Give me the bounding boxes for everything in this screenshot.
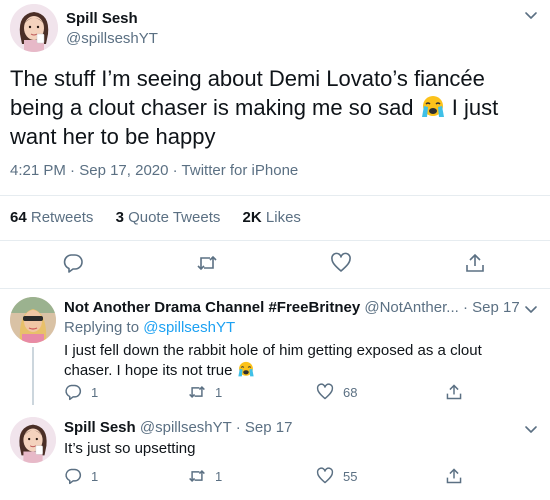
- replying-to: Replying to @spillseshYT: [64, 319, 235, 336]
- display-name[interactable]: Spill Sesh: [66, 10, 138, 27]
- replying-to-handle[interactable]: @spillseshYT: [143, 319, 235, 336]
- tweet-stats: 64 Retweets 3 Quote Tweets 2K Likes: [10, 209, 319, 226]
- reply-text: It’s just so upsetting: [64, 440, 196, 457]
- chevron-down-icon[interactable]: [524, 302, 538, 316]
- reply-actions: 1 1 68: [64, 382, 534, 402]
- separator: ·: [168, 162, 182, 179]
- retweet-count: 1: [215, 384, 223, 400]
- quotes-count: 3: [115, 209, 124, 226]
- reply-icon: [65, 384, 82, 401]
- avatar[interactable]: [10, 4, 58, 52]
- display-name[interactable]: Spill Sesh: [64, 419, 136, 436]
- retweets-count: 64: [10, 209, 27, 226]
- main-tweet: Spill Sesh @spillseshYT The stuff I’m se…: [0, 0, 550, 290]
- retweet-button[interactable]: 1: [188, 466, 222, 486]
- tweet-source[interactable]: Twitter for iPhone: [182, 162, 299, 179]
- quotes-label: Quote Tweets: [128, 209, 221, 226]
- reply-icon[interactable]: [62, 252, 84, 274]
- reply-count: 1: [91, 468, 99, 484]
- divider: [0, 195, 550, 196]
- heart-icon: [316, 467, 334, 484]
- chevron-down-icon[interactable]: [524, 422, 538, 436]
- avatar[interactable]: [10, 297, 56, 343]
- retweet-icon[interactable]: [196, 252, 218, 274]
- tweet-time[interactable]: 4:21 PM: [10, 162, 66, 179]
- retweets-stat[interactable]: 64 Retweets: [10, 209, 93, 226]
- reply-count: 1: [91, 384, 99, 400]
- likes-label: Likes: [265, 209, 301, 226]
- heart-icon[interactable]: [330, 252, 352, 274]
- quote-tweets-stat[interactable]: 3 Quote Tweets: [116, 209, 221, 226]
- likes-stat[interactable]: 2K Likes: [243, 209, 301, 226]
- tweet-actions: [0, 252, 550, 276]
- thread-line: [32, 347, 34, 405]
- replying-to-label: Replying to: [64, 319, 144, 336]
- chevron-down-icon[interactable]: [524, 8, 538, 22]
- share-button[interactable]: [445, 382, 472, 402]
- retweets-label: Retweets: [30, 209, 94, 226]
- tweet-date[interactable]: Sep 17, 2020: [79, 162, 168, 179]
- avatar[interactable]: [10, 417, 56, 463]
- likes-count: 2K: [242, 209, 262, 226]
- reply-tweet[interactable]: Not Another Drama Channel #FreeBritney @…: [0, 289, 550, 405]
- loudly-crying-face-icon: [421, 96, 444, 117]
- like-count: 55: [343, 468, 358, 484]
- reply-text-body: I just fell down the rabbit hole of him …: [64, 342, 482, 379]
- like-button[interactable]: 68: [316, 382, 357, 402]
- reply-header: Spill Sesh @spillseshYT · Sep 17: [64, 419, 292, 436]
- share-icon[interactable]: [464, 252, 486, 274]
- retweet-count: 1: [215, 468, 223, 484]
- user-handle[interactable]: @NotAnther...: [364, 299, 458, 316]
- like-count: 68: [343, 384, 358, 400]
- reply-date[interactable]: Sep 17: [245, 419, 293, 436]
- tweet-text-part1: The stuff I’m seeing about Demi Lovato’s…: [10, 66, 485, 120]
- reply-button[interactable]: 1: [64, 382, 98, 402]
- reply-button[interactable]: 1: [64, 466, 98, 486]
- heart-icon: [316, 383, 334, 400]
- reply-tweet[interactable]: Spill Sesh @spillseshYT · Sep 17 It’s ju…: [0, 405, 550, 500]
- reply-date[interactable]: Sep 17: [472, 299, 520, 316]
- user-handle[interactable]: @spillseshYT: [66, 30, 158, 47]
- retweet-icon: [189, 386, 205, 398]
- share-button[interactable]: [445, 466, 472, 486]
- separator: ·: [231, 419, 245, 436]
- reply-header: Not Another Drama Channel #FreeBritney @…: [64, 299, 520, 316]
- user-handle[interactable]: @spillseshYT: [140, 419, 232, 436]
- divider: [0, 240, 550, 241]
- display-name[interactable]: Not Another Drama Channel #FreeBritney: [64, 299, 360, 316]
- tweet-timestamp: 4:21 PM · Sep 17, 2020 · Twitter for iPh…: [10, 162, 298, 179]
- like-button[interactable]: 55: [316, 466, 357, 486]
- retweet-button[interactable]: 1: [188, 382, 222, 402]
- reply-text: I just fell down the rabbit hole of him …: [64, 341, 534, 381]
- reply-icon: [65, 468, 82, 485]
- retweet-icon: [189, 470, 205, 482]
- loudly-crying-face-icon: [237, 361, 254, 377]
- share-icon: [446, 384, 462, 400]
- share-icon: [446, 468, 462, 484]
- separator: ·: [65, 162, 80, 179]
- separator: ·: [458, 299, 473, 316]
- reply-actions: 1 1 55: [64, 466, 534, 486]
- tweet-text: The stuff I’m seeing about Demi Lovato’s…: [10, 64, 542, 151]
